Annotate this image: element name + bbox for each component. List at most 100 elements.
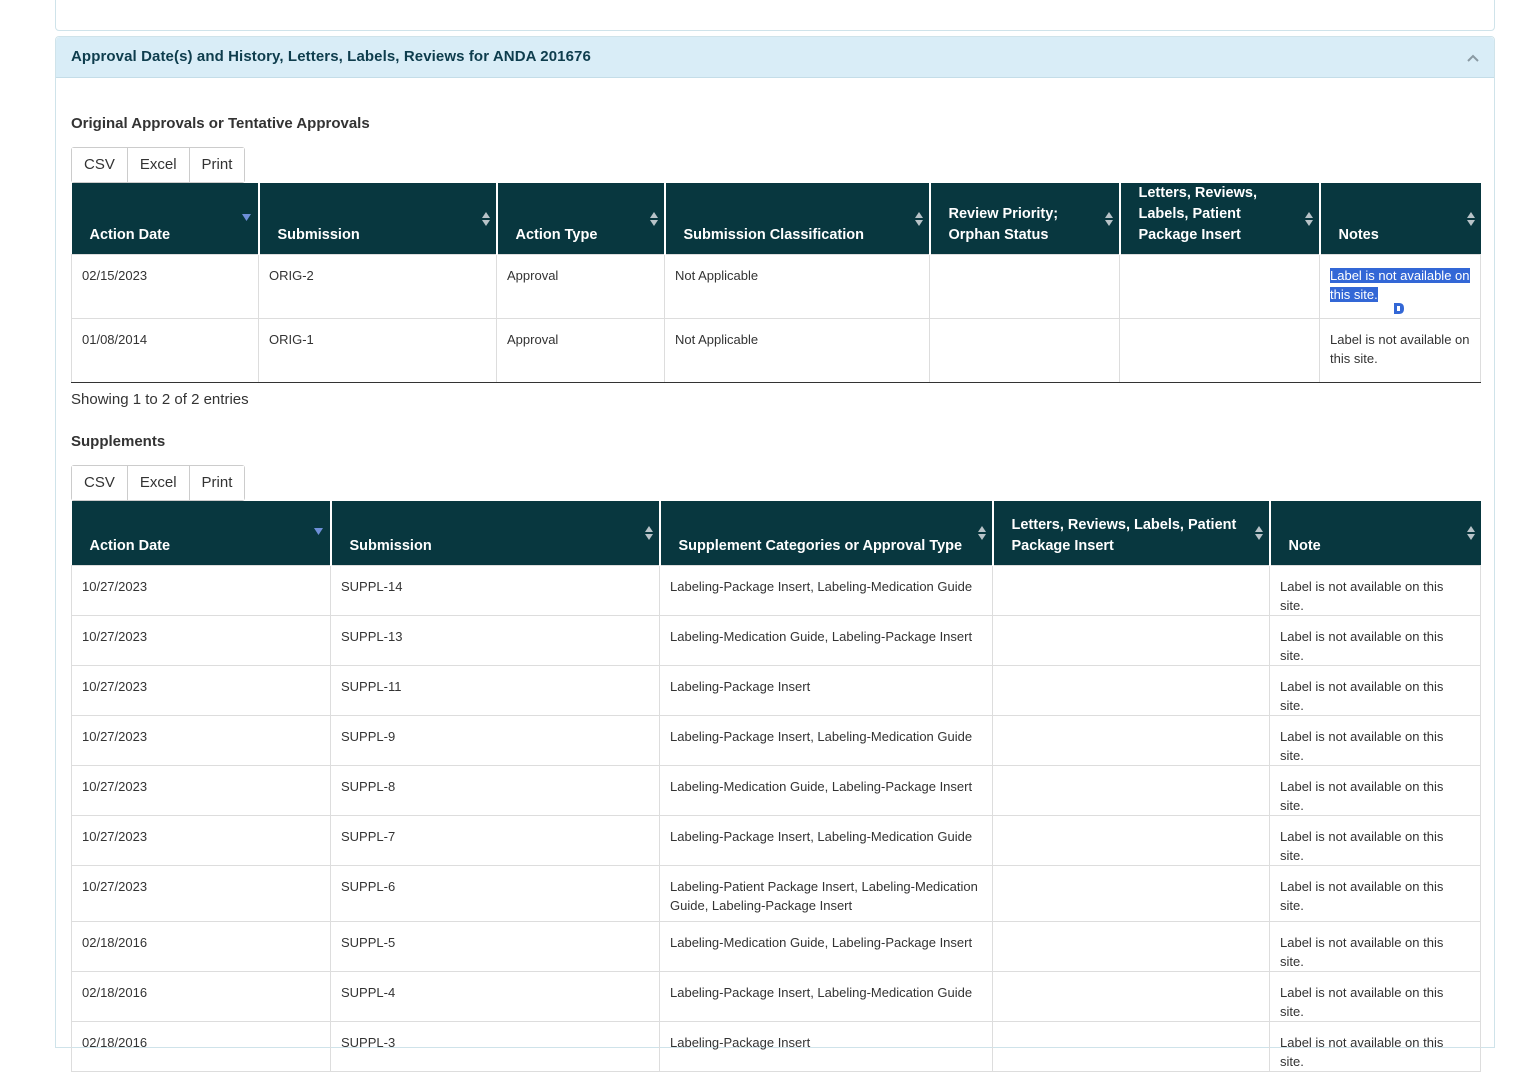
sort-both-icon	[644, 525, 653, 540]
table-row: 02/18/2016 SUPPL-4 Labeling-Package Inse…	[71, 970, 1481, 1022]
cell-category: Labeling-Package Insert, Labeling-Medica…	[659, 814, 993, 866]
cell-submission: SUPPL-14	[330, 564, 660, 616]
column-header-letters[interactable]: Letters, Reviews, Labels, Patient Packag…	[1118, 183, 1320, 255]
cell-classification: Not Applicable	[664, 318, 930, 383]
column-header-label: Review Priority; Orphan Status	[948, 206, 1059, 243]
cell-action-date: 10/27/2023	[71, 614, 331, 666]
column-header-label: Letters, Reviews, Labels, Patient Packag…	[1011, 516, 1237, 554]
column-header-label: Action Type	[515, 227, 598, 243]
column-header-action-date[interactable]: Action Date	[71, 501, 331, 565]
cell-note: Label is not available on this site.	[1269, 920, 1481, 972]
column-header-letters[interactable]: Letters, Reviews, Labels, Patient Packag…	[991, 501, 1270, 565]
cell-action-date: 10/27/2023	[71, 664, 331, 716]
sort-both-icon	[1304, 211, 1313, 226]
column-header-label: Submission	[349, 537, 432, 554]
selected-text: Label is not available on this site.	[1330, 268, 1470, 302]
table-row: 10/27/2023 SUPPL-13 Labeling-Medication …	[71, 614, 1481, 666]
column-header-note[interactable]: Note	[1268, 501, 1481, 565]
table-header-row: Action Date Submission Supplement Catego…	[71, 501, 1481, 565]
table-row: 10/27/2023 SUPPL-8 Labeling-Medication G…	[71, 764, 1481, 816]
sort-desc-icon	[313, 527, 323, 535]
sort-both-icon	[1104, 211, 1113, 226]
sort-both-icon	[1254, 525, 1263, 540]
cell-submission: SUPPL-9	[330, 714, 660, 766]
cell-action-date: 10/27/2023	[71, 814, 331, 866]
cell-submission: SUPPL-3	[330, 1020, 660, 1072]
cell-action-date: 02/18/2016	[71, 970, 331, 1022]
cell-action-date: 02/18/2016	[71, 1020, 331, 1072]
table-row: 10/27/2023 SUPPL-11 Labeling-Package Ins…	[71, 664, 1481, 716]
sort-both-icon	[977, 525, 986, 540]
column-header-label: Letters, Reviews, Labels, Patient Packag…	[1138, 185, 1257, 243]
supplements-export-buttons: CSV Excel Print	[71, 465, 246, 501]
print-button[interactable]: Print	[189, 148, 245, 182]
cell-note: Label is not available on this site.	[1269, 814, 1481, 866]
cell-submission: SUPPL-13	[330, 614, 660, 666]
csv-button[interactable]: CSV	[72, 466, 128, 500]
cell-classification: Not Applicable	[664, 254, 930, 319]
cell-submission: SUPPL-4	[330, 970, 660, 1022]
sort-both-icon	[481, 211, 490, 226]
original-approvals-table: Action Date Submission Action Type Submi…	[71, 183, 1481, 383]
cell-action-date: 01/08/2014	[71, 318, 259, 383]
cell-review-priority	[929, 318, 1120, 383]
table-row: 02/18/2016 SUPPL-5 Labeling-Medication G…	[71, 920, 1481, 972]
column-header-submission[interactable]: Submission	[257, 183, 497, 255]
chevron-up-icon[interactable]	[1466, 51, 1480, 65]
column-header-label: Action Date	[89, 537, 171, 554]
excel-button[interactable]: Excel	[127, 466, 190, 500]
cell-action-date: 10/27/2023	[71, 864, 331, 922]
cell-category: Labeling-Medication Guide, Labeling-Pack…	[659, 614, 993, 666]
column-header-submission[interactable]: Submission	[329, 501, 660, 565]
cell-letters	[992, 814, 1270, 866]
column-header-action-type[interactable]: Action Type	[495, 183, 665, 255]
cell-note: Label is not available on this site.	[1269, 764, 1481, 816]
cell-category: Labeling-Package Insert, Labeling-Medica…	[659, 714, 993, 766]
cell-action-date: 02/18/2016	[71, 920, 331, 972]
cell-letters	[1119, 254, 1320, 319]
column-header-label: Submission Classification	[683, 227, 865, 243]
cell-action-date: 10/27/2023	[71, 564, 331, 616]
cell-letters	[1119, 318, 1320, 383]
table-info: Showing 1 to 2 of 2 entries	[71, 391, 249, 408]
supplements-title: Supplements	[71, 433, 166, 450]
table-row: 02/15/2023 ORIG-2 Approval Not Applicabl…	[71, 254, 1481, 319]
cell-category: Labeling-Package Insert	[659, 664, 993, 716]
cell-category: Labeling-Package Insert, Labeling-Medica…	[659, 564, 993, 616]
cell-action-date: 02/15/2023	[71, 254, 259, 319]
cell-note: Label is not available on this site.	[1269, 614, 1481, 666]
cell-note: Label is not available on this site.	[1269, 714, 1481, 766]
supplements-table: Action Date Submission Supplement Catego…	[71, 501, 1481, 1072]
table-row: 10/27/2023 SUPPL-9 Labeling-Package Inse…	[71, 714, 1481, 766]
cell-letters	[992, 714, 1270, 766]
column-header-label: Action Date	[89, 227, 171, 243]
cell-note: Label is not available on this site.	[1269, 1020, 1481, 1072]
table-row: 01/08/2014 ORIG-1 Approval Not Applicabl…	[71, 318, 1481, 383]
sort-both-icon	[914, 211, 923, 226]
cell-note: Label is not available on this site.	[1269, 970, 1481, 1022]
sort-both-icon	[1466, 211, 1475, 226]
cell-submission: SUPPL-8	[330, 764, 660, 816]
column-header-label: Supplement Categories or Approval Type	[678, 537, 963, 554]
sort-desc-icon	[241, 213, 251, 221]
column-header-label: Notes	[1338, 227, 1379, 243]
column-header-notes[interactable]: Notes	[1318, 183, 1481, 255]
cell-submission: SUPPL-6	[330, 864, 660, 922]
column-header-action-date[interactable]: Action Date	[71, 183, 259, 255]
cell-category: Labeling-Medication Guide, Labeling-Pack…	[659, 764, 993, 816]
approval-history-panel: Approval Date(s) and History, Letters, L…	[55, 36, 1495, 1072]
column-header-supplement-categories[interactable]: Supplement Categories or Approval Type	[658, 501, 993, 565]
excel-button[interactable]: Excel	[127, 148, 190, 182]
csv-button[interactable]: CSV	[72, 148, 128, 182]
cell-category: Labeling-Medication Guide, Labeling-Pack…	[659, 920, 993, 972]
panel-header[interactable]: Approval Date(s) and History, Letters, L…	[56, 37, 1494, 78]
sort-both-icon	[1466, 525, 1475, 540]
column-header-submission-classification[interactable]: Submission Classification	[663, 183, 930, 255]
column-header-review-priority[interactable]: Review Priority; Orphan Status	[928, 183, 1120, 255]
cell-letters	[992, 920, 1270, 972]
column-header-label: Submission	[277, 227, 360, 243]
cell-letters	[992, 764, 1270, 816]
previous-panel	[55, 0, 1495, 31]
table-row: 10/27/2023 SUPPL-14 Labeling-Package Ins…	[71, 564, 1481, 616]
print-button[interactable]: Print	[189, 466, 245, 500]
